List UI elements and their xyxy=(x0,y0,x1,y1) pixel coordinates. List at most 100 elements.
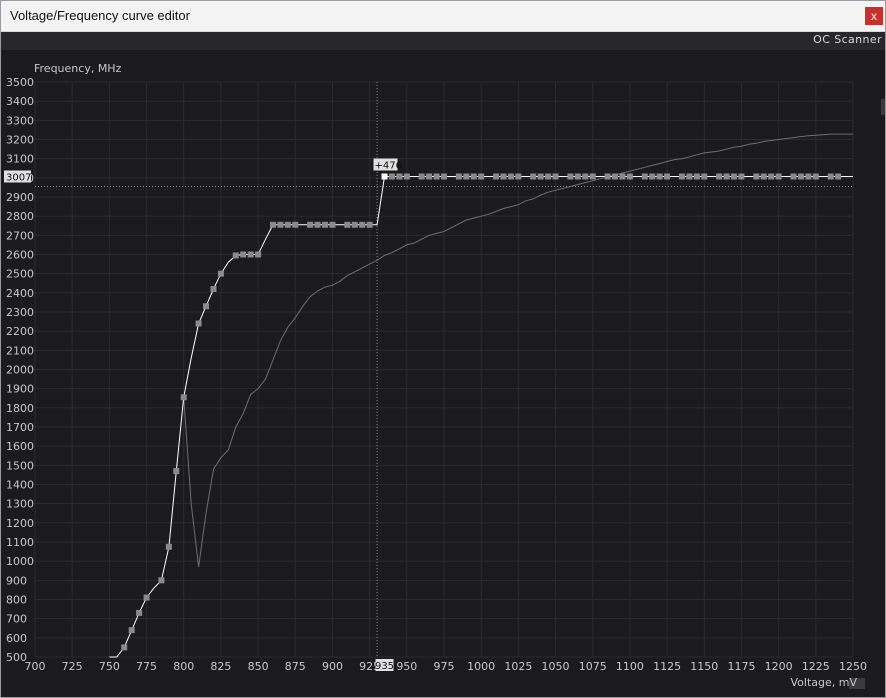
curve-point-marker[interactable] xyxy=(589,173,596,180)
curve-point-marker[interactable] xyxy=(812,173,819,180)
curve-point-marker[interactable] xyxy=(396,173,403,180)
x-axis-label: Voltage, mV xyxy=(791,676,858,689)
curve-point-marker[interactable] xyxy=(247,251,254,258)
x-tick-label: 950 xyxy=(396,660,417,673)
title-bar[interactable]: Voltage/Frequency curve editor x xyxy=(1,1,885,32)
y-tick-label: 3100 xyxy=(6,153,34,166)
curve-point-marker[interactable] xyxy=(567,173,574,180)
curve-point-marker[interactable] xyxy=(359,221,366,228)
curve-point-marker[interactable] xyxy=(760,173,767,180)
x-tick-label: 875 xyxy=(285,660,306,673)
curve-point-marker[interactable] xyxy=(217,270,224,277)
curve-point-marker[interactable] xyxy=(537,173,544,180)
curve-point-marker[interactable] xyxy=(418,173,425,180)
curve-point-marker[interactable] xyxy=(269,221,276,228)
x-tick-label: 1000 xyxy=(467,660,495,673)
curve-point-marker[interactable] xyxy=(277,221,284,228)
curve-point-marker[interactable] xyxy=(641,173,648,180)
oc-scanner-button[interactable]: OC Scanner xyxy=(813,33,882,46)
curve-point-marker[interactable] xyxy=(604,173,611,180)
curve-point-marker[interactable] xyxy=(738,173,745,180)
curve-point-marker[interactable] xyxy=(195,320,202,327)
y-tick-label: 2100 xyxy=(6,344,34,357)
curve-point-marker[interactable] xyxy=(455,173,462,180)
curve-point-marker[interactable] xyxy=(173,468,180,475)
y-tick-label: 3500 xyxy=(6,76,34,89)
curve-point-marker[interactable] xyxy=(775,173,782,180)
curve-point-marker[interactable] xyxy=(128,627,135,634)
y-tick-label: 3200 xyxy=(6,134,34,147)
curve-point-marker[interactable] xyxy=(478,173,485,180)
curve-point-marker[interactable] xyxy=(388,173,395,180)
curve-point-marker[interactable] xyxy=(649,173,656,180)
curve-point-marker[interactable] xyxy=(493,173,500,180)
curve-point-marker[interactable] xyxy=(693,173,700,180)
vf-curve-chart[interactable]: 700 725 750 775 800 825 850 875 900 925 950 975 1000… xyxy=(1,50,885,696)
x-tick-label: 1175 xyxy=(727,660,755,673)
curve-point-marker[interactable] xyxy=(441,173,447,180)
curve-point-marker[interactable] xyxy=(426,173,433,180)
curve-point-marker[interactable] xyxy=(255,251,262,258)
curve-point-marker[interactable] xyxy=(731,173,738,180)
curve-point-marker[interactable] xyxy=(158,577,165,584)
curve-point-marker[interactable] xyxy=(686,173,693,180)
curve-point-marker[interactable] xyxy=(329,221,336,228)
curve-point-marker[interactable] xyxy=(753,173,760,180)
curve-point-marker[interactable] xyxy=(307,221,314,228)
curve-point-marker[interactable] xyxy=(470,173,477,180)
curve-point-marker[interactable] xyxy=(210,286,217,292)
curve-point-marker[interactable] xyxy=(723,173,730,180)
curve-point-marker[interactable] xyxy=(507,173,514,180)
x-tick-label: 1200 xyxy=(765,660,793,673)
x-tick-label: 700 xyxy=(25,660,46,673)
close-button[interactable]: x xyxy=(865,7,883,25)
curve-point-marker[interactable] xyxy=(292,221,299,228)
curve-point-marker[interactable] xyxy=(701,173,708,180)
curve-point-marker[interactable] xyxy=(165,543,172,550)
curve-point-marker[interactable] xyxy=(664,173,671,180)
curve-point-marker[interactable] xyxy=(530,173,537,180)
selected-point-marker[interactable] xyxy=(381,173,388,180)
curve-point-marker[interactable] xyxy=(574,173,581,180)
curve-point-marker[interactable] xyxy=(552,173,559,180)
y-tick-label: 1600 xyxy=(6,440,34,453)
curve-point-marker[interactable] xyxy=(433,173,440,180)
curve-point-marker[interactable] xyxy=(203,303,210,310)
curve-point-marker[interactable] xyxy=(656,173,663,180)
curve-point-marker[interactable] xyxy=(500,173,507,180)
curve-point-marker[interactable] xyxy=(768,173,775,180)
curve-point-marker[interactable] xyxy=(143,594,150,601)
curve-point-marker[interactable] xyxy=(835,173,842,180)
curve-point-marker[interactable] xyxy=(790,173,797,180)
y-tick-label: 2500 xyxy=(6,268,34,281)
y-tick-label: 2300 xyxy=(6,306,34,319)
curve-point-marker[interactable] xyxy=(545,173,552,180)
curve-point-marker[interactable] xyxy=(716,173,723,180)
curve-point-marker[interactable] xyxy=(240,251,247,258)
x-tick-label: 1025 xyxy=(504,660,532,673)
curve-point-marker[interactable] xyxy=(232,252,239,259)
curve-point-marker[interactable] xyxy=(322,221,329,228)
curve-point-marker[interactable] xyxy=(284,221,291,228)
curve-point-marker[interactable] xyxy=(351,221,358,228)
curve-point-marker[interactable] xyxy=(314,221,321,228)
curve-point-marker[interactable] xyxy=(612,173,619,180)
curve-point-marker[interactable] xyxy=(403,173,410,180)
curve-point-marker[interactable] xyxy=(805,173,812,180)
curve-point-marker[interactable] xyxy=(797,173,804,180)
curve-point-marker[interactable] xyxy=(515,173,522,180)
x-tick-label: 1125 xyxy=(653,660,681,673)
offset-label: +476 xyxy=(375,160,402,171)
curve-point-marker[interactable] xyxy=(121,644,128,651)
curve-point-marker[interactable] xyxy=(678,173,685,180)
curve-point-marker[interactable] xyxy=(626,173,633,180)
curve-point-marker[interactable] xyxy=(827,173,834,180)
curve-point-marker[interactable] xyxy=(619,173,626,180)
curve-point-marker[interactable] xyxy=(582,173,589,180)
curve-point-marker[interactable] xyxy=(180,394,187,401)
y-tick-label: 1100 xyxy=(6,536,34,549)
curve-point-marker[interactable] xyxy=(136,609,143,616)
curve-point-marker[interactable] xyxy=(463,173,470,180)
curve-point-marker[interactable] xyxy=(366,221,373,228)
curve-point-marker[interactable] xyxy=(344,221,351,228)
